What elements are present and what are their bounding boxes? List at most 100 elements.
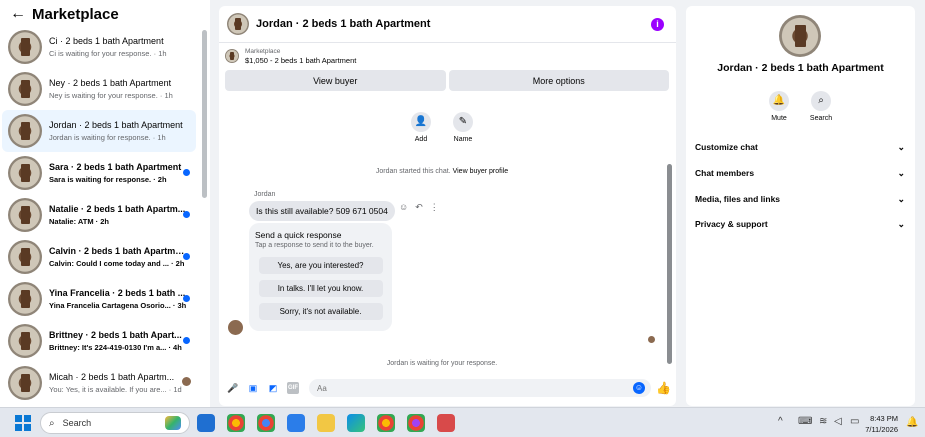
name-button[interactable]: ✎ Name — [451, 112, 475, 143]
search-button[interactable]: ⌕ Search — [809, 91, 833, 122]
chat-preview: Natalie: ATM · 2h — [49, 217, 110, 226]
file-explorer-icon[interactable] — [317, 414, 335, 432]
chat-item-natalie[interactable]: Natalie · 2 beds 1 bath Apartm... Natalie… — [2, 194, 196, 236]
chat-members-row[interactable]: Chat members ⌄ — [695, 168, 905, 179]
taskbar-search-label: Search — [62, 418, 92, 428]
quick-response-button[interactable]: Yes, are you interested? — [258, 257, 383, 274]
contact-actions: 👤 Add ✎ Name — [409, 112, 475, 143]
wifi-icon[interactable]: ≋ — [819, 416, 827, 427]
chrome-profile-icon[interactable] — [257, 414, 275, 432]
emoji-icon[interactable]: ☺ — [633, 382, 645, 394]
chat-item-micah[interactable]: Micah · 2 beds 1 bath Apartm... You: Yes,… — [2, 362, 196, 404]
chrome-icon[interactable] — [227, 414, 245, 432]
listing-price: $1,050 - 2 beds 1 bath Apartment — [245, 55, 357, 65]
unread-dot-icon — [183, 211, 190, 218]
chevron-down-icon: ⌄ — [897, 168, 905, 178]
chat-item-ci[interactable]: Ci · 2 beds 1 bath Apartment Ci is waitin… — [2, 26, 196, 68]
add-person-icon: 👤 — [411, 112, 431, 132]
customize-chat-row[interactable]: Customize chat ⌄ — [695, 142, 905, 153]
chrome-tertiary-icon[interactable] — [407, 414, 425, 432]
sidebar-title: Marketplace — [32, 5, 119, 23]
details-title: Jordan · 2 beds 1 bath Apartment — [717, 62, 884, 74]
menu-label: Media, files and links — [695, 194, 781, 204]
conversation-title[interactable]: Jordan · 2 beds 1 bath Apartment — [256, 18, 430, 30]
system-clock[interactable]: 8:43 PM 7/11/2026 — [848, 413, 898, 435]
chat-name: Natalie · 2 beds 1 bath Apartm... — [49, 204, 186, 214]
conversation-scrollbar[interactable] — [667, 164, 672, 364]
thumbs-up-icon[interactable]: 👍 — [656, 381, 671, 395]
view-buyer-button[interactable]: View buyer — [225, 70, 446, 91]
back-arrow-icon[interactable]: ← — [10, 5, 26, 23]
chevron-down-icon: ⌄ — [897, 194, 905, 204]
volume-icon[interactable]: ◁ — [834, 416, 842, 427]
gif-icon[interactable]: GIF — [287, 382, 299, 394]
image-icon[interactable]: ▣ — [247, 382, 259, 394]
add-button[interactable]: 👤 Add — [409, 112, 433, 143]
add-label: Add — [414, 136, 428, 143]
info-icon[interactable]: i — [651, 18, 664, 31]
store-icon[interactable] — [287, 414, 305, 432]
react-icon[interactable]: ☺ — [399, 202, 408, 213]
microphone-icon[interactable]: 🎤 — [227, 382, 239, 394]
reply-icon[interactable]: ↶ — [415, 202, 423, 213]
chat-preview: Jordan is waiting for response. · 1h — [49, 133, 166, 142]
chat-name: Brittney · 2 beds 1 bath Apart... — [49, 330, 182, 340]
mute-label: Mute — [771, 115, 787, 122]
quick-response-button[interactable]: In talks. I'll let you know. — [258, 280, 383, 297]
chat-preview: Yina Francelia Cartagena Osorio... · 3h — [49, 301, 187, 310]
mute-button[interactable]: 🔔 Mute — [767, 91, 791, 122]
details-actions: 🔔 Mute ⌕ Search — [767, 91, 833, 122]
search-highlight-icon — [165, 416, 181, 430]
keyboard-icon[interactable]: ⌨ — [798, 416, 812, 427]
seen-avatar-icon — [182, 377, 191, 386]
sidebar-scrollbar[interactable] — [202, 30, 207, 198]
media-files-row[interactable]: Media, files and links ⌄ — [695, 194, 905, 205]
chat-item-yina[interactable]: Yina Francelia · 2 beds 1 bath ... Yina F… — [2, 278, 196, 320]
chat-item-jordan[interactable]: Jordan · 2 beds 1 bath Apartment Jordan i… — [2, 110, 196, 152]
unread-dot-icon — [183, 295, 190, 302]
chat-list: Ci · 2 beds 1 bath Apartment Ci is waitin… — [0, 26, 200, 404]
quick-response-title: Send a quick response — [255, 230, 342, 240]
chat-item-sara[interactable]: Sara · 2 beds 1 bath Apartment Sara is wa… — [2, 152, 196, 194]
avatar — [8, 282, 42, 316]
chat-name: Micah · 2 beds 1 bath Apartm... — [49, 372, 175, 382]
listing-summary[interactable]: Marketplace $1,050 - 2 beds 1 bath Apart… — [219, 43, 676, 69]
quick-response-card: Send a quick response Tap a response to … — [249, 223, 392, 331]
chevron-down-icon: ⌄ — [897, 142, 905, 152]
vscode-icon[interactable] — [197, 414, 215, 432]
chat-name: Ney · 2 beds 1 bath Apartment — [49, 78, 172, 88]
chat-item-calvin[interactable]: Calvin · 2 beds 1 bath Apartment Calvin: … — [2, 236, 196, 278]
clock-date: 7/11/2026 — [865, 425, 898, 434]
details-panel: Jordan · 2 beds 1 bath Apartment 🔔 Mute … — [686, 6, 915, 406]
chat-item-ney[interactable]: Ney · 2 beds 1 bath Apartment Ney is wait… — [2, 68, 196, 110]
quick-response-button[interactable]: Sorry, it's not available. — [258, 303, 383, 320]
notification-bell-icon[interactable]: 🔔 — [906, 417, 918, 428]
edge-icon[interactable] — [347, 414, 365, 432]
search-icon: ⌕ — [49, 417, 55, 429]
chat-preview: Calvin: Could I come today and ... · 2h — [49, 259, 185, 268]
view-buyer-profile-link[interactable]: View buyer profile — [453, 168, 509, 175]
sticker-icon[interactable]: ◩ — [267, 382, 279, 394]
pencil-icon: ✎ — [453, 112, 473, 132]
header-avatar[interactable] — [227, 13, 249, 35]
more-options-button[interactable]: More options — [448, 70, 669, 91]
sender-avatar[interactable] — [228, 320, 243, 335]
message-input[interactable] — [309, 379, 651, 397]
taskbar-search[interactable]: ⌕ Search — [40, 412, 190, 434]
details-avatar[interactable] — [779, 15, 821, 57]
more-icon[interactable]: ⋮ — [430, 202, 439, 213]
avatar — [8, 240, 42, 274]
snipping-tool-icon[interactable] — [437, 414, 455, 432]
listing-label: Marketplace — [245, 47, 281, 55]
message-bubble[interactable]: Is this still available? 509 671 0504 — [249, 201, 395, 221]
avatar — [8, 324, 42, 358]
chat-item-brittney[interactable]: Brittney · 2 beds 1 bath Apart... Brittne… — [2, 320, 196, 362]
menu-label: Chat members — [695, 168, 755, 178]
chat-name: Yina Francelia · 2 beds 1 bath ... — [49, 288, 186, 298]
tray-chevron-up-icon[interactable]: ^ — [778, 416, 783, 427]
windows-start-icon[interactable] — [15, 415, 31, 431]
chrome-secondary-icon[interactable] — [377, 414, 395, 432]
name-label: Name — [453, 136, 473, 143]
message-composer: 🎤 ▣ ◩ GIF ☺ 👍 — [219, 377, 676, 399]
privacy-support-row[interactable]: Privacy & support ⌄ — [695, 219, 905, 230]
